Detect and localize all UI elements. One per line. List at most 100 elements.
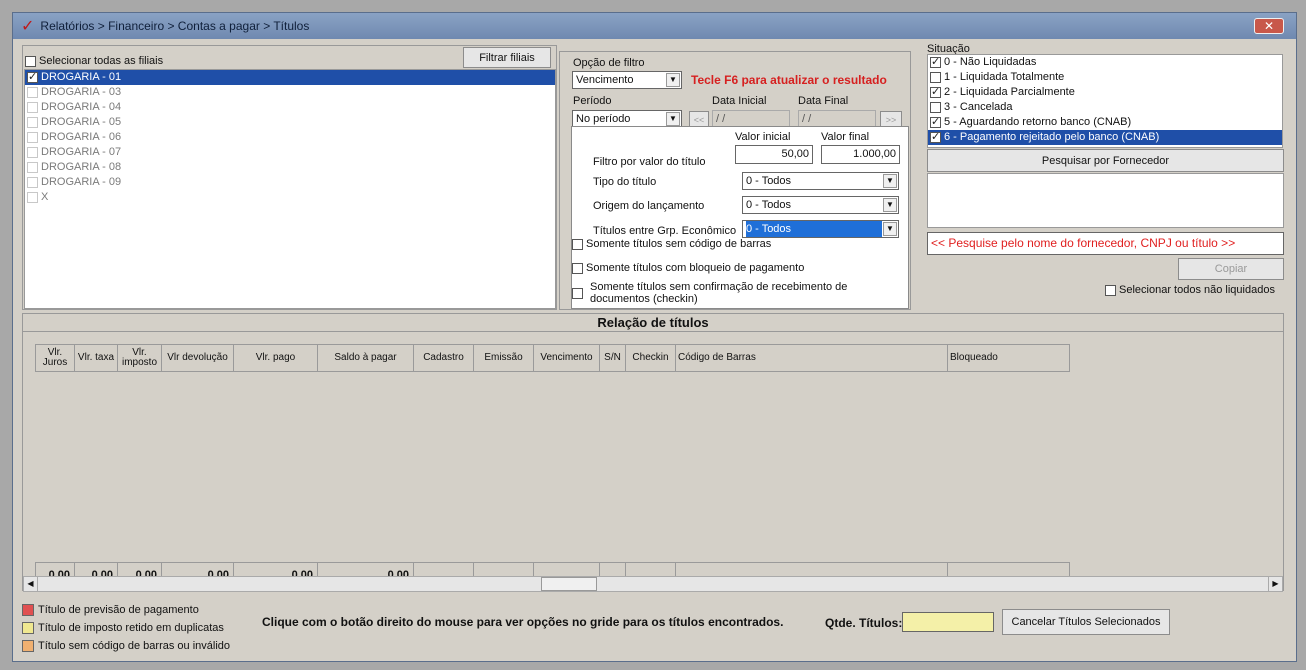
copy-button[interactable]: Copiar	[1178, 258, 1284, 280]
branch-item[interactable]: DROGARIA - 04	[25, 100, 555, 115]
situation-checkbox[interactable]	[930, 85, 941, 100]
select-all-branches-label: Selecionar todas as filiais	[39, 55, 164, 67]
chevron-down-icon[interactable]: ▼	[883, 198, 897, 212]
no-confirmation-label: Somente títulos sem confirmação de receb…	[590, 281, 848, 305]
chevron-down-icon[interactable]: ▼	[666, 112, 680, 126]
branch-checkbox[interactable]	[27, 101, 38, 113]
grid-column-header[interactable]: S/N	[600, 344, 626, 372]
cancel-selected-button[interactable]: Cancelar Títulos Selecionados	[1002, 609, 1170, 635]
situation-list[interactable]: 0 - Não Liquidadas 1 - Liquidada Totalmen…	[927, 54, 1283, 148]
scroll-left-icon[interactable]: ◀	[24, 577, 38, 591]
branch-label: DROGARIA - 01	[41, 71, 122, 83]
origin-value: 0 - Todos	[746, 199, 792, 211]
situation-checkbox[interactable]	[930, 115, 941, 130]
supplier-search-input[interactable]: << Pesquise pelo nome do fornecedor, CNP…	[927, 232, 1284, 255]
situation-checkbox[interactable]	[930, 101, 941, 113]
grid-header: Vlr. Juros Vlr. taxa Vlr. imposto Vlr devol…	[35, 344, 1070, 372]
situation-item[interactable]: 5 - Aguardando retorno banco (CNAB)	[928, 115, 1282, 130]
branch-checkbox[interactable]	[27, 86, 38, 98]
branch-item[interactable]: DROGARIA - 06	[25, 130, 555, 145]
min-value-input[interactable]: 50,00	[735, 145, 813, 164]
branch-label: DROGARIA - 09	[41, 176, 122, 188]
economic-group-select[interactable]: 0 - Todos ▼	[742, 220, 899, 238]
situation-item[interactable]: 0 - Não Liquidadas	[928, 55, 1282, 70]
legend-color-swatch	[22, 604, 34, 617]
close-button[interactable]: ✕	[1254, 18, 1284, 34]
horizontal-scrollbar[interactable]: ◀ ▶	[23, 576, 1283, 592]
chevron-down-icon[interactable]: ▼	[666, 73, 680, 87]
grid-column-header[interactable]: Vlr. Juros	[35, 344, 75, 372]
filter-option-select[interactable]: Vencimento ▼	[572, 71, 682, 89]
max-value-label: Valor final	[821, 131, 870, 143]
branches-list[interactable]: DROGARIA - 01 DROGARIA - 03 DROGARIA - 04 D…	[24, 69, 556, 309]
with-block-option[interactable]: Somente títulos com bloqueio de pagament…	[572, 262, 804, 274]
branch-checkbox[interactable]	[27, 146, 38, 158]
branch-item[interactable]: DROGARIA - 03	[25, 85, 555, 100]
with-block-label: Somente títulos com bloqueio de pagament…	[586, 262, 805, 274]
max-value-input[interactable]: 1.000,00	[821, 145, 900, 164]
scroll-right-icon[interactable]: ▶	[1268, 577, 1282, 591]
legend-color-swatch	[22, 640, 34, 653]
branch-item[interactable]: DROGARIA - 07	[25, 145, 555, 160]
situation-item[interactable]: 6 - Pagamento rejeitado pelo banco (CNAB…	[928, 130, 1282, 145]
no-barcode-option[interactable]: Somente títulos sem código de barras	[572, 238, 771, 250]
grid-column-header[interactable]: Cadastro	[414, 344, 474, 372]
grid-title: Relação de títulos	[23, 314, 1283, 332]
branch-checkbox[interactable]	[27, 70, 38, 85]
supplier-search-hint: << Pesquise pelo nome do fornecedor, CNP…	[931, 236, 1236, 250]
no-barcode-checkbox[interactable]	[572, 238, 583, 250]
branch-checkbox[interactable]	[27, 116, 38, 128]
branch-item[interactable]: DROGARIA - 05	[25, 115, 555, 130]
search-supplier-button[interactable]: Pesquisar por Fornecedor	[927, 149, 1284, 172]
select-all-branches[interactable]: Selecionar todas as filiais	[25, 55, 163, 67]
origin-select[interactable]: 0 - Todos ▼	[742, 196, 899, 214]
filter-branches-button[interactable]: Filtrar filiais	[463, 47, 551, 68]
chevron-down-icon[interactable]: ▼	[883, 222, 897, 236]
branch-label: DROGARIA - 03	[41, 86, 122, 98]
branch-item[interactable]: DROGARIA - 08	[25, 160, 555, 175]
title-type-select[interactable]: 0 - Todos ▼	[742, 172, 899, 190]
scroll-thumb[interactable]	[541, 577, 597, 591]
grid-column-header[interactable]: Vencimento	[534, 344, 600, 372]
qty-field[interactable]	[902, 612, 994, 632]
situation-checkbox[interactable]	[930, 71, 941, 83]
no-confirmation-option[interactable]: Somente títulos sem confirmação de receb…	[572, 281, 906, 305]
situation-item[interactable]: 3 - Cancelada	[928, 100, 1282, 115]
select-all-branches-checkbox[interactable]	[25, 55, 36, 67]
branch-checkbox[interactable]	[27, 191, 38, 203]
grid-column-header[interactable]: Vlr. taxa	[75, 344, 118, 372]
supplier-results-box[interactable]	[927, 173, 1284, 228]
branch-item[interactable]: DROGARIA - 01	[25, 70, 555, 85]
branch-checkbox[interactable]	[27, 176, 38, 188]
branch-item[interactable]: X	[25, 190, 555, 205]
select-all-unpaid-checkbox[interactable]	[1105, 284, 1116, 296]
app-logo-icon: ✓	[21, 18, 35, 35]
situation-item[interactable]: 1 - Liquidada Totalmente	[928, 70, 1282, 85]
chevron-down-icon[interactable]: ▼	[883, 174, 897, 188]
origin-label: Origem do lançamento	[593, 200, 705, 212]
branch-item[interactable]: DROGARIA - 09	[25, 175, 555, 190]
with-block-checkbox[interactable]	[572, 262, 583, 274]
legend-label: Título de imposto retido em duplicatas	[38, 622, 224, 634]
grid-column-header[interactable]: Vlr. imposto	[118, 344, 162, 372]
branch-checkbox[interactable]	[27, 161, 38, 173]
grid-column-header[interactable]: Código de Barras	[676, 344, 948, 372]
situation-item[interactable]: 2 - Liquidada Parcialmente	[928, 85, 1282, 100]
grid-column-header[interactable]: Bloqueado	[948, 344, 1070, 372]
no-confirmation-checkbox[interactable]	[572, 288, 583, 299]
branch-checkbox[interactable]	[27, 131, 38, 143]
grid-column-header[interactable]: Saldo à pagar	[318, 344, 414, 372]
grid-column-header[interactable]: Emissão	[474, 344, 534, 372]
legend-item: Título de imposto retido em duplicatas	[22, 619, 230, 637]
branch-label: DROGARIA - 07	[41, 146, 122, 158]
filter-option-label: Opção de filtro	[573, 57, 645, 69]
legend-label: Título de previsão de pagamento	[38, 604, 199, 616]
situation-checkbox[interactable]	[930, 55, 941, 70]
grid-column-header[interactable]: Checkin	[626, 344, 676, 372]
grid-column-header[interactable]: Vlr. pago	[234, 344, 318, 372]
situation-checkbox[interactable]	[930, 130, 941, 145]
grid-column-header[interactable]: Vlr devolução	[162, 344, 234, 372]
period-value: No período	[576, 113, 631, 125]
select-all-unpaid[interactable]: Selecionar todos não liquidados	[1105, 284, 1275, 296]
branch-label: DROGARIA - 06	[41, 131, 122, 143]
